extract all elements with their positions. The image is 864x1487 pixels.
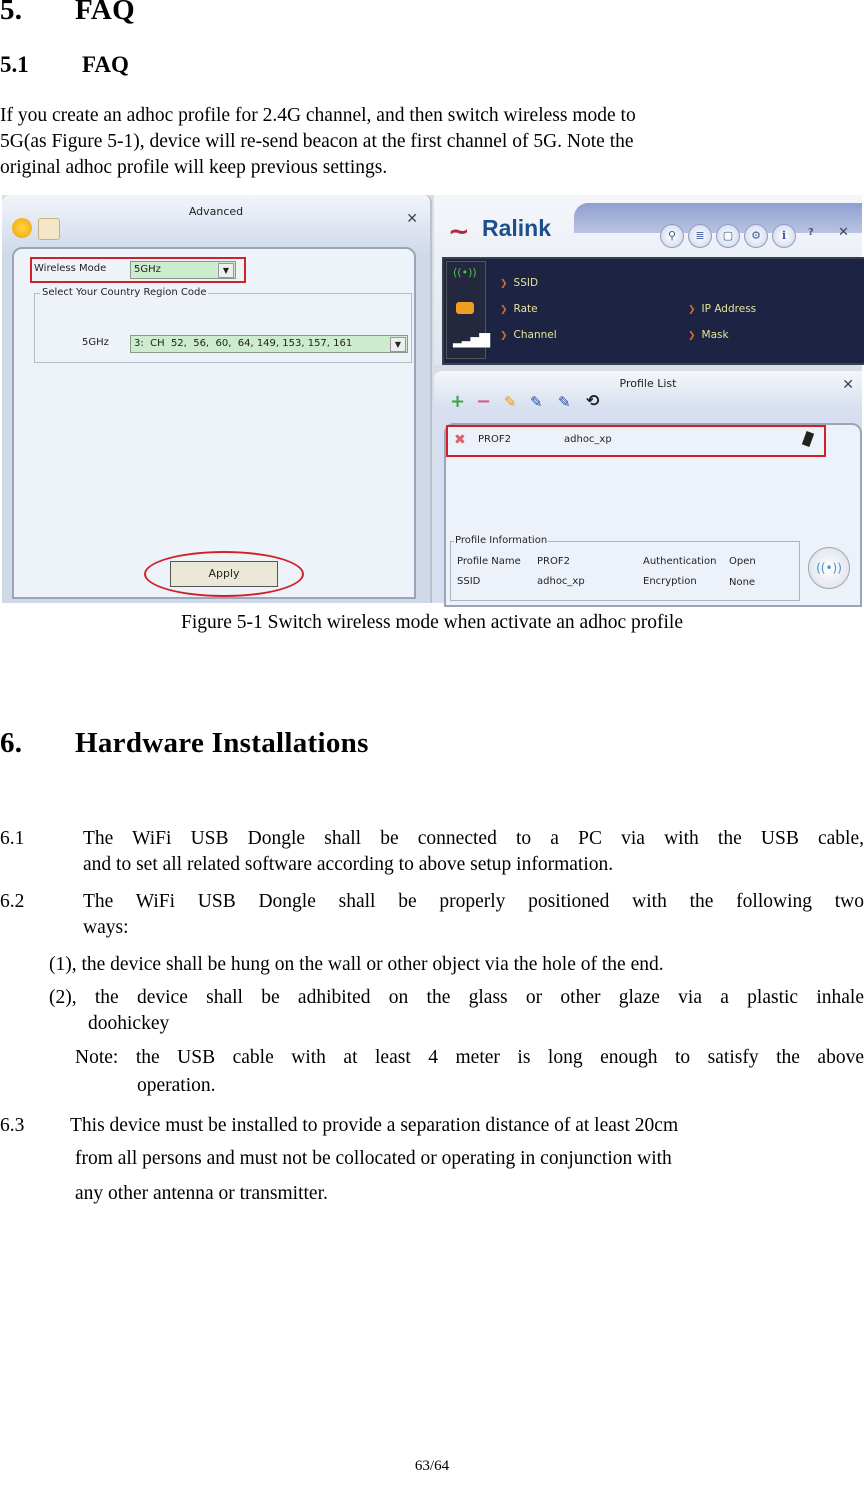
ssid-value: adhoc_xp bbox=[537, 576, 585, 587]
item-6-1-line: and to set all related software accordin… bbox=[83, 854, 614, 875]
add-profile-icon[interactable]: + bbox=[450, 391, 465, 412]
bullet-icon: ❯ bbox=[500, 305, 508, 315]
profile-row[interactable]: ✖ PROF2 adhoc_xp bbox=[446, 425, 826, 457]
status-area: ((•)) ▂▃▅▇ ❯ SSID ❯ Rate ❯ Channel ❯ IP Addr… bbox=[442, 257, 864, 365]
mask-label: Mask bbox=[701, 329, 729, 341]
export-profile-icon[interactable]: ✎ bbox=[558, 393, 571, 411]
way-2-line: doohickey bbox=[88, 1013, 170, 1034]
adhoc-device-icon bbox=[801, 431, 815, 447]
ralink-logo: Ralink bbox=[482, 215, 552, 241]
rate-label: Rate bbox=[513, 303, 538, 315]
region-select[interactable]: 3: CH 52, 56, 60, 64, 149, 153, 157, 161… bbox=[130, 335, 408, 353]
item-6-1-line: The WiFi USB Dongle shall be connected t… bbox=[83, 828, 864, 849]
section-5-heading: 5. FAQ bbox=[0, 0, 135, 27]
page-number: 63/64 bbox=[414, 1458, 450, 1474]
signal-strength-icon: ▂▃▅▇ bbox=[453, 332, 490, 348]
ip-address-label: IP Address bbox=[701, 303, 757, 315]
certificate-tab-icon[interactable] bbox=[38, 218, 60, 240]
gear-icon[interactable]: ⚙ bbox=[744, 224, 768, 248]
item-6-3-line: any other antenna or transmitter. bbox=[75, 1183, 328, 1204]
section-number: 5. bbox=[0, 0, 23, 26]
unlocked-padlock-icon bbox=[456, 302, 474, 314]
ssid-label: SSID bbox=[513, 277, 539, 289]
item-6-3-line: from all persons and must not be colloca… bbox=[75, 1148, 672, 1169]
info-icon[interactable]: i bbox=[772, 224, 796, 248]
encryption-value: None bbox=[729, 577, 756, 588]
authentication-value: Open bbox=[729, 556, 756, 567]
profile-list-panel: Profile List ✕ + − ✎ ✎ ✎ ⟲ ✖ PROF2 adhoc… bbox=[434, 371, 862, 607]
wireless-mode-select[interactable]: 5GHz ▼ bbox=[130, 261, 236, 279]
way-2-line: (2), the device shall be adhibited on th… bbox=[49, 987, 864, 1008]
page-icon[interactable]: ▢ bbox=[716, 224, 740, 248]
section-number: 5.1 bbox=[0, 52, 29, 77]
import-profile-icon[interactable]: ✎ bbox=[530, 393, 543, 411]
authentication-label: Authentication bbox=[643, 556, 717, 567]
channel-label: Channel bbox=[513, 329, 557, 341]
region-band-label: 5GHz bbox=[82, 337, 109, 348]
profile-info-group-label: Profile Information bbox=[454, 535, 549, 546]
chevron-down-icon[interactable]: ▼ bbox=[218, 263, 234, 278]
ralink-swoosh-icon: ~ bbox=[448, 217, 470, 247]
chevron-down-icon[interactable]: ▼ bbox=[390, 337, 406, 352]
sun-tab-icon[interactable] bbox=[12, 218, 32, 238]
ssid-label: SSID bbox=[457, 576, 481, 587]
section-title: Hardware Installations bbox=[75, 727, 369, 759]
wireless-mode-value: 5GHz bbox=[134, 264, 161, 275]
text-line: If you create an adhoc profile for 2.4G … bbox=[0, 105, 636, 126]
activate-profile-icon[interactable]: ⟲ bbox=[586, 391, 599, 410]
item-6-2-line: ways: bbox=[83, 917, 129, 938]
panel-title: Advanced bbox=[188, 205, 244, 218]
section-title: FAQ bbox=[75, 0, 135, 26]
ralink-panel: ~ Ralink ⚲ ≣ ▢ ⚙ i ? ✕ ((•)) ▂▃▅▇ ❯ SSID … bbox=[434, 195, 864, 365]
section-6-heading: 6. Hardware Installations bbox=[0, 727, 369, 760]
bullet-icon: ❯ bbox=[500, 279, 508, 289]
panel-title: Profile List bbox=[619, 377, 677, 390]
figure-screenshot: Advanced ✕ Wireless Mode 5GHz ▼ Select Y… bbox=[2, 195, 864, 607]
disconnected-icon: ✖ bbox=[454, 432, 466, 448]
note-line: Note: the USB cable with at least 4 mete… bbox=[75, 1047, 864, 1068]
close-icon[interactable]: ✕ bbox=[842, 377, 854, 393]
profile-name-label: Profile Name bbox=[457, 556, 521, 567]
section-number: 6. bbox=[0, 727, 23, 759]
item-6-3-line: This device must be installed to provide… bbox=[70, 1115, 679, 1136]
close-icon[interactable]: ✕ bbox=[838, 225, 849, 240]
item-number: 6.3 bbox=[0, 1115, 25, 1136]
antenna-icon: ((•)) bbox=[453, 266, 477, 279]
text-line: original adhoc profile will keep previou… bbox=[0, 157, 388, 178]
list-icon[interactable]: ≣ bbox=[688, 224, 712, 248]
text-line: 5G(as Figure 5-1), device will re-send b… bbox=[0, 131, 634, 152]
bullet-icon: ❯ bbox=[688, 305, 696, 315]
note-line: operation. bbox=[137, 1075, 216, 1096]
profile-ssid: adhoc_xp bbox=[564, 434, 612, 445]
search-icon[interactable]: ⚲ bbox=[660, 224, 684, 248]
intro-paragraph: If you create an adhoc profile for 2.4G … bbox=[0, 103, 864, 181]
close-icon[interactable]: ✕ bbox=[406, 211, 418, 227]
region-group-label: Select Your Country Region Code bbox=[40, 287, 209, 298]
item-number: 6.2 bbox=[0, 891, 25, 912]
wps-antenna-icon[interactable]: ((•)) bbox=[808, 547, 850, 589]
encryption-label: Encryption bbox=[643, 576, 697, 587]
profile-name-value: PROF2 bbox=[537, 556, 570, 567]
profile-info-group: Profile Name PROF2 Authentication Open S… bbox=[450, 541, 800, 601]
apply-button[interactable]: Apply bbox=[170, 561, 278, 587]
edit-profile-icon[interactable]: ✎ bbox=[504, 393, 517, 411]
bullet-icon: ❯ bbox=[500, 331, 508, 341]
section-5-1-heading: 5.1 FAQ bbox=[0, 52, 129, 78]
figure-caption: Figure 5-1 Switch wireless mode when act… bbox=[181, 612, 683, 633]
section-title: FAQ bbox=[82, 52, 129, 77]
status-icons: ((•)) ▂▃▅▇ bbox=[446, 261, 490, 359]
profile-name: PROF2 bbox=[478, 434, 511, 445]
way-1-text: (1), the device shall be hung on the wal… bbox=[49, 954, 664, 975]
help-icon[interactable]: ? bbox=[808, 227, 814, 238]
region-value: 3: CH 52, 56, 60, 64, 149, 153, 157, 161 bbox=[134, 338, 353, 349]
advanced-panel: Advanced ✕ Wireless Mode 5GHz ▼ Select Y… bbox=[2, 195, 432, 603]
remove-profile-icon[interactable]: − bbox=[476, 391, 491, 412]
item-number: 6.1 bbox=[0, 828, 25, 849]
item-6-2-line: The WiFi USB Dongle shall be properly po… bbox=[83, 891, 864, 912]
bullet-icon: ❯ bbox=[688, 331, 696, 341]
wireless-mode-label: Wireless Mode bbox=[34, 263, 107, 274]
